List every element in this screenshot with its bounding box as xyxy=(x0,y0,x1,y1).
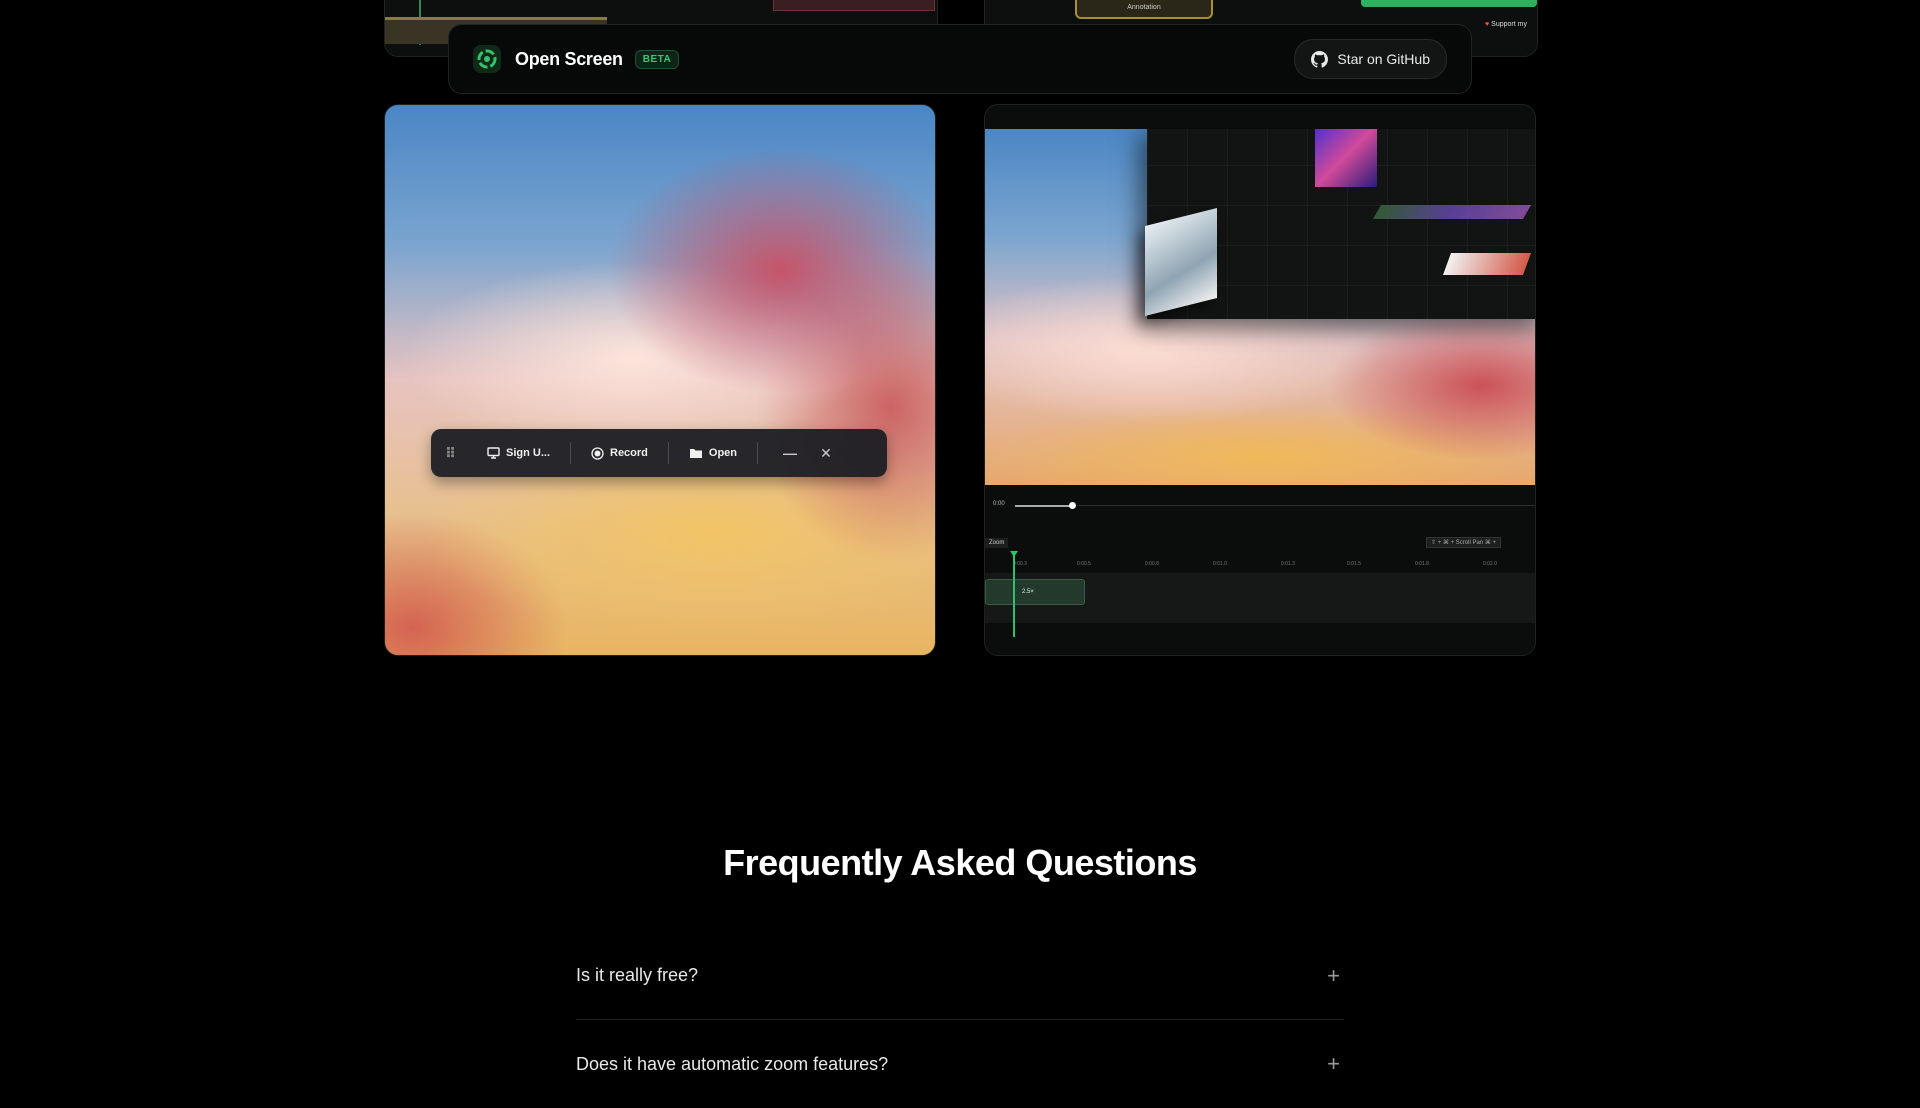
zoom-clip-label: 2.5× xyxy=(1022,589,1034,595)
tick-label: 0:00.3 xyxy=(1013,561,1027,567)
support-label: Support my xyxy=(1491,21,1527,28)
timeline-clip-red xyxy=(773,0,935,11)
playback-track[interactable] xyxy=(1015,505,1075,507)
record-button[interactable]: Record xyxy=(571,446,668,460)
support-link[interactable]: ♥ Support my xyxy=(1485,21,1527,28)
tick-label: 0:00.5 xyxy=(1077,561,1091,567)
open-label: Open xyxy=(708,447,738,459)
source-select-button[interactable]: Sign U... xyxy=(467,447,570,459)
annotation-clip: Annotation xyxy=(1075,0,1213,19)
heart-icon: ♥ xyxy=(1485,21,1490,28)
faq-question: Does it have automatic zoom features? xyxy=(576,1053,889,1074)
open-screen-logo-icon[interactable] xyxy=(473,45,501,73)
tick-label: 0:01.0 xyxy=(1213,561,1227,567)
tick-label: 0:00.8 xyxy=(1145,561,1159,567)
record-icon xyxy=(591,446,604,460)
faq-question: Is it really free? xyxy=(576,965,699,985)
preview-image-card xyxy=(1145,208,1217,316)
github-button-label: Star on GitHub xyxy=(1337,51,1430,67)
close-icon[interactable]: ✕ xyxy=(808,445,844,462)
playback-time: 0:00 xyxy=(993,501,1005,507)
folder-icon xyxy=(689,449,702,458)
tick-label: 0:01.3 xyxy=(1281,561,1295,567)
playback-knob[interactable] xyxy=(1069,502,1076,509)
recorder-hud: ⠿ Sign U... Record Open — ✕ xyxy=(431,429,887,477)
playback-bar[interactable]: 0:00 xyxy=(985,497,1535,513)
star-on-github-button[interactable]: Star on GitHub xyxy=(1294,39,1447,79)
green-clip xyxy=(1361,0,1537,7)
monitor-icon xyxy=(487,447,500,459)
plus-icon[interactable]: + xyxy=(1327,963,1340,989)
divider xyxy=(757,442,759,464)
zoom-clip[interactable]: 2.5× xyxy=(985,579,1085,605)
github-icon xyxy=(1311,50,1329,68)
recorder-showcase-card: ⠿ Sign U... Record Open — ✕ xyxy=(384,104,936,656)
faq-title: Frequently Asked Questions xyxy=(723,842,1197,883)
open-button[interactable]: Open xyxy=(669,447,757,459)
zoom-track-label: Zoom xyxy=(985,538,1009,548)
tick-label: 0:01.8 xyxy=(1415,561,1429,567)
brand-name[interactable]: Open Screen xyxy=(515,49,623,70)
timeline-header: Zoom ⇧ + ⌘ + Scroll Pan ⌘ + xyxy=(985,535,1535,549)
editor-showcase-card: 0:00 Zoom ⇧ + ⌘ + Scroll Pan ⌘ + 0:00.3 … xyxy=(984,104,1536,656)
beta-badge: BETA xyxy=(634,49,680,69)
tick-label: 0:01.5 xyxy=(1347,561,1361,567)
record-label: Record xyxy=(610,447,648,459)
drag-handle-icon[interactable]: ⠿ xyxy=(445,445,467,462)
faq-item[interactable]: Is it really free? + xyxy=(576,932,1344,1020)
timeline-playhead[interactable] xyxy=(1013,555,1015,637)
annotation-label: Annotation xyxy=(1127,4,1161,11)
timeline-ticks: 0:00.3 0:00.5 0:00.8 0:01.0 0:01.3 0:01.… xyxy=(985,561,1535,571)
tick-label: 0:02.0 xyxy=(1483,561,1497,567)
source-label: Sign U... xyxy=(506,447,550,459)
plus-icon[interactable]: + xyxy=(1327,1051,1340,1077)
navbar: Open Screen BETA Star on GitHub xyxy=(448,24,1472,94)
faq-item[interactable]: Does it have automatic zoom features? + xyxy=(576,1020,1344,1108)
scroll-shortcut-hint: ⇧ + ⌘ + Scroll Pan ⌘ + xyxy=(1426,537,1501,548)
editor-preview xyxy=(985,129,1535,485)
minimize-icon[interactable]: — xyxy=(772,445,808,461)
